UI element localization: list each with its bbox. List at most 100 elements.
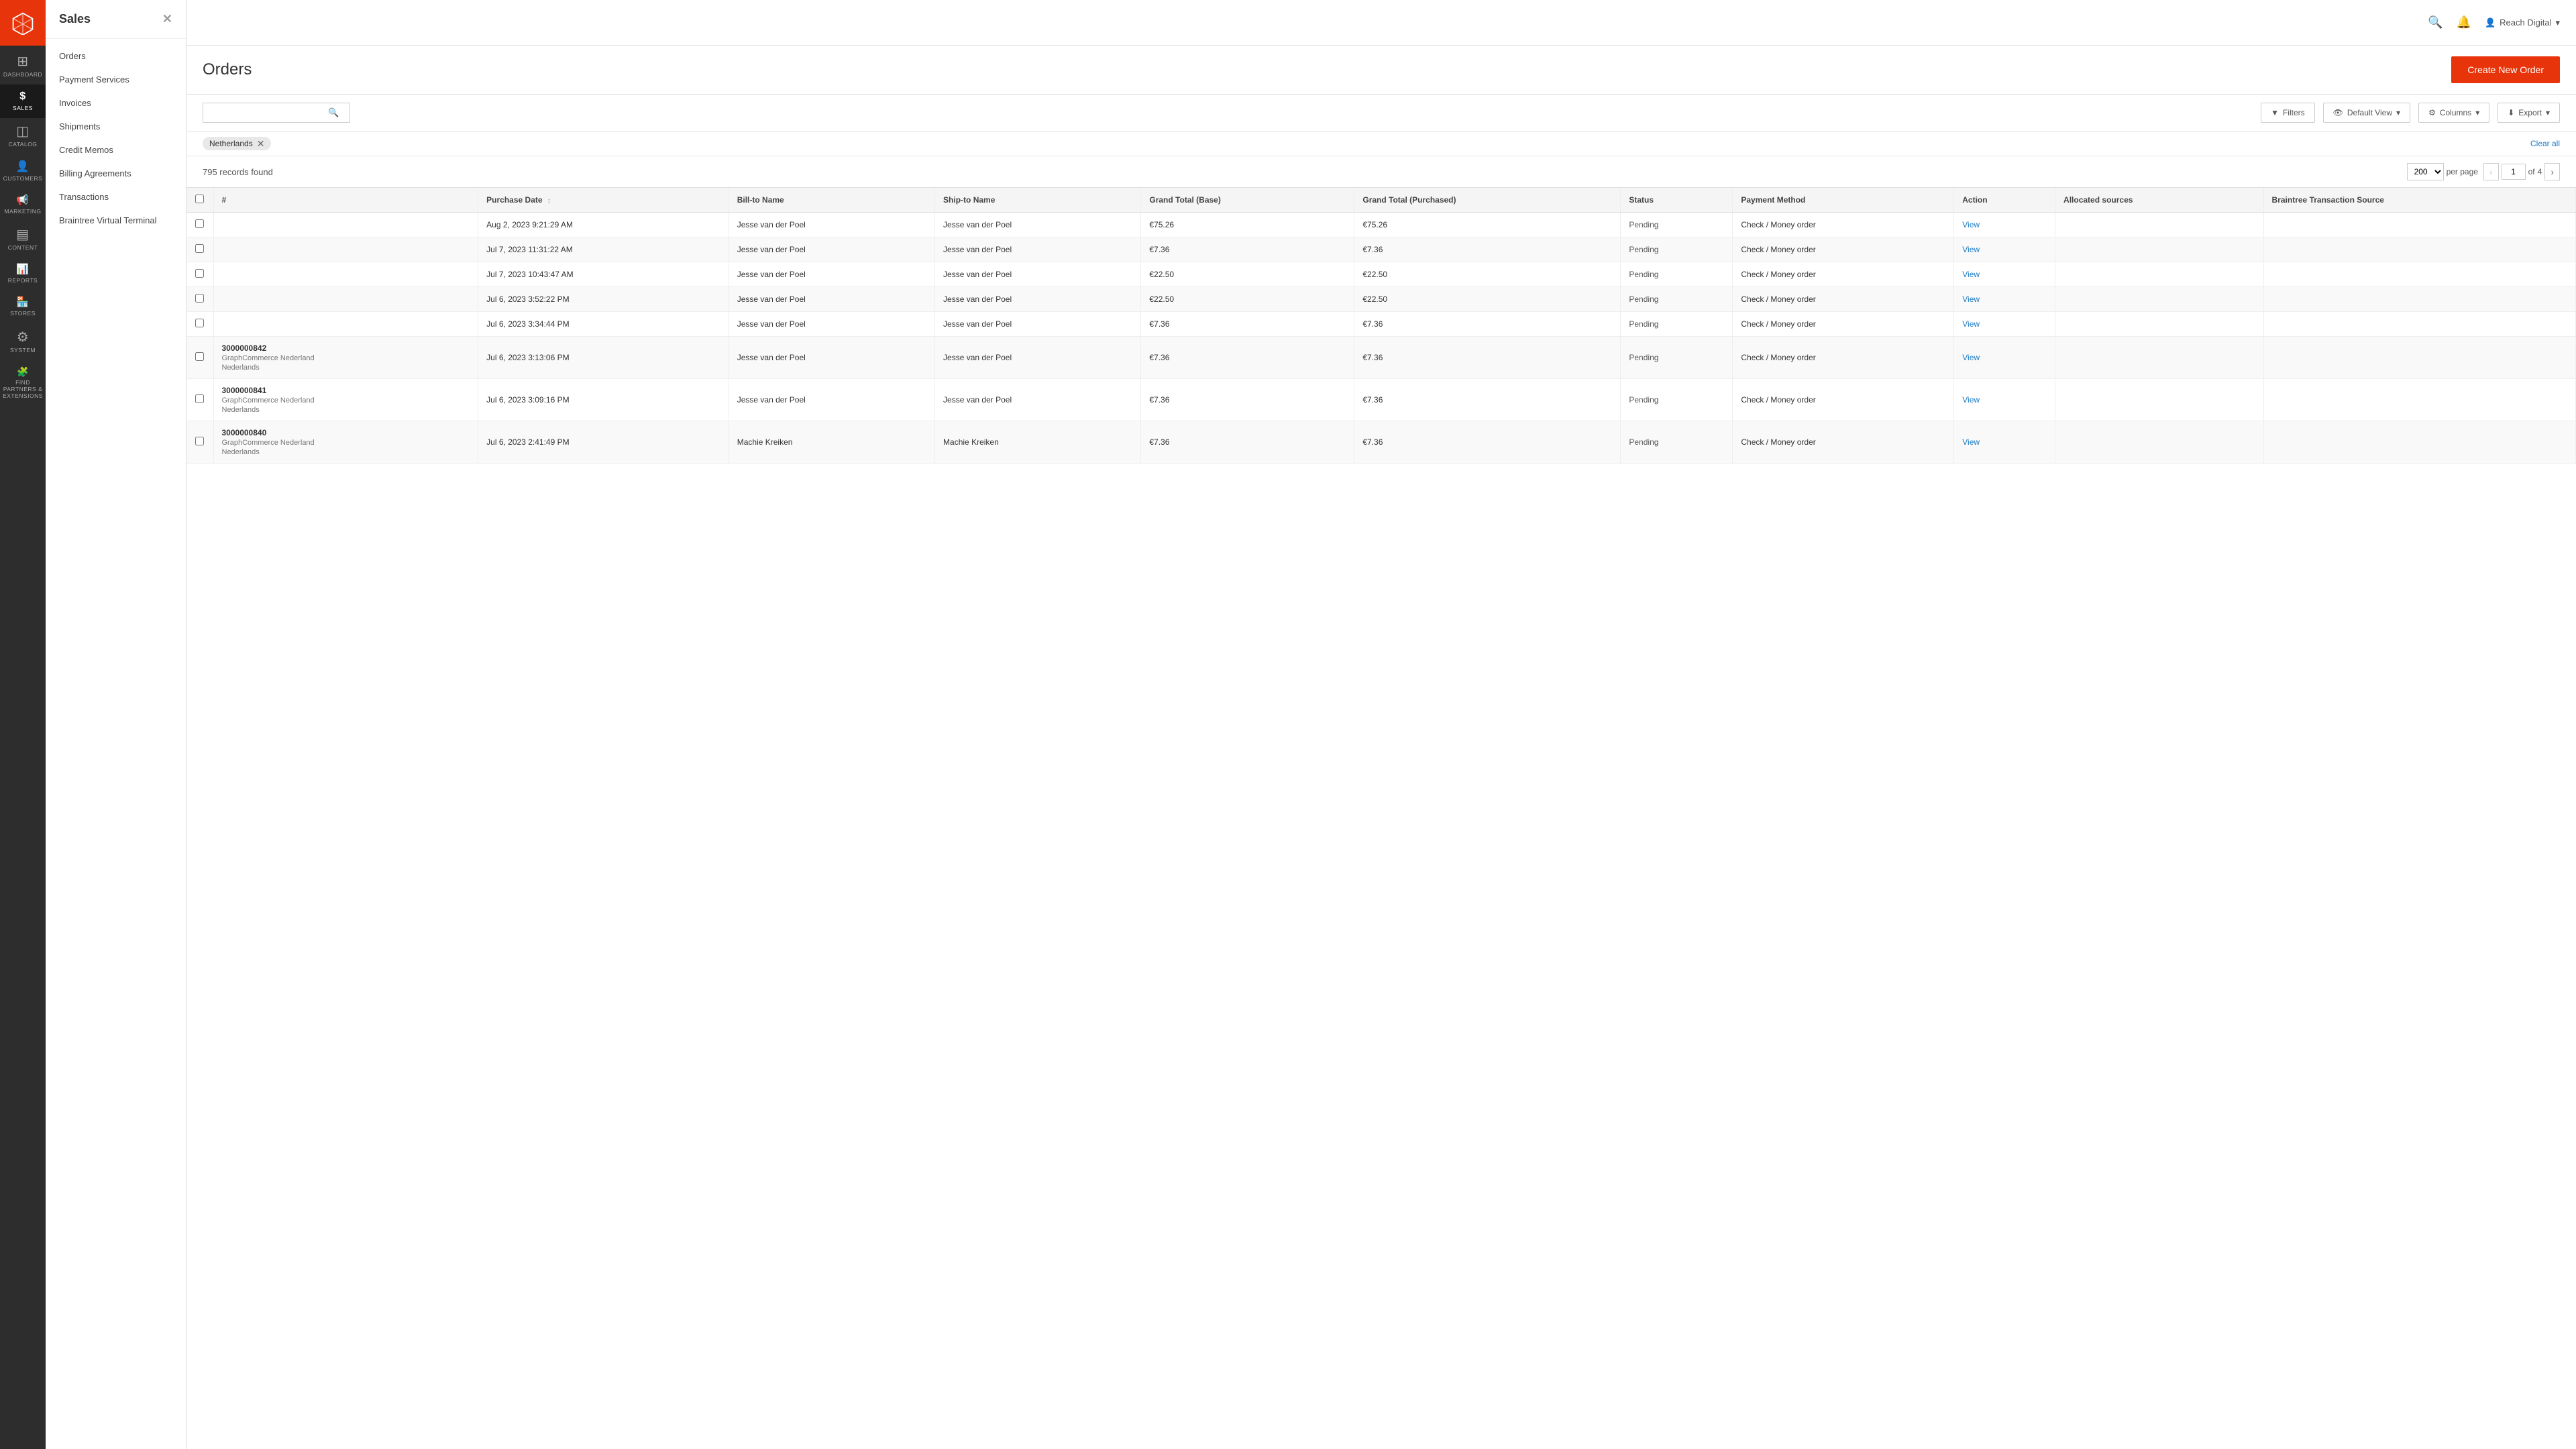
cell-status: Pending: [1621, 421, 1733, 464]
cell-action[interactable]: View: [1954, 213, 2055, 237]
cell-status: Pending: [1621, 379, 1733, 421]
view-link[interactable]: View: [1962, 395, 1980, 405]
sidebar-item-stores-label: Stores: [10, 310, 36, 317]
pagination-prev-button[interactable]: ‹: [2483, 163, 2499, 180]
header-checkbox-cell: [186, 188, 213, 213]
view-link[interactable]: View: [1962, 245, 1980, 254]
notification-icon[interactable]: 🔔: [2457, 15, 2471, 30]
sidebar-item-sales[interactable]: $ Sales: [0, 85, 46, 118]
cell-payment-method: Check / Money order: [1733, 312, 1954, 337]
export-button[interactable]: ⬇ Export ▾: [2498, 103, 2560, 123]
user-menu[interactable]: 👤 Reach Digital ▾: [2485, 17, 2560, 28]
table-row: Jul 6, 2023 3:34:44 PMJesse van der Poel…: [186, 312, 2576, 337]
flyout-nav-billing-agreements[interactable]: Billing Agreements: [46, 162, 186, 185]
filter-icon: ▼: [2271, 108, 2279, 117]
view-link[interactable]: View: [1962, 437, 1980, 447]
cell-payment-method: Check / Money order: [1733, 287, 1954, 312]
sidebar-item-reports[interactable]: 📊 Reports: [0, 258, 46, 290]
cell-action[interactable]: View: [1954, 379, 2055, 421]
pagination-buttons: ‹ of 4 ›: [2483, 163, 2560, 180]
pagination-next-button[interactable]: ›: [2544, 163, 2560, 180]
cell-purchase-date: Jul 7, 2023 10:43:47 AM: [478, 262, 729, 287]
cell-braintree-source: [2263, 287, 2575, 312]
user-chevron-icon: ▾: [2555, 17, 2560, 28]
sidebar-item-customers-label: Customers: [3, 175, 43, 182]
row-checkbox[interactable]: [195, 269, 204, 278]
flyout-nav-credit-memos[interactable]: Credit Memos: [46, 138, 186, 162]
cell-grand-total-base: €7.36: [1141, 312, 1354, 337]
cell-ship-to-name: Jesse van der Poel: [935, 287, 1141, 312]
sidebar-item-system-label: System: [10, 347, 36, 354]
sidebar-item-customers[interactable]: 👤 Customers: [0, 155, 46, 189]
row-checkbox[interactable]: [195, 244, 204, 253]
cell-order-num: 3000000841GraphCommerce NederlandNederla…: [213, 379, 478, 421]
row-checkbox[interactable]: [195, 437, 204, 445]
cell-action[interactable]: View: [1954, 337, 2055, 379]
sidebar-item-find-partners[interactable]: 🧩 Find Partners & Extensions: [0, 360, 46, 407]
view-link[interactable]: View: [1962, 294, 1980, 304]
view-link[interactable]: View: [1962, 319, 1980, 329]
per-page-dropdown[interactable]: 200 100 50 20: [2407, 163, 2444, 180]
sidebar-item-dashboard[interactable]: ⊞ Dashboard: [0, 48, 46, 85]
cell-purchase-date: Jul 6, 2023 3:09:16 PM: [478, 379, 729, 421]
cell-allocated-sources: [2055, 379, 2264, 421]
row-checkbox[interactable]: [195, 319, 204, 327]
table-row: Jul 6, 2023 3:52:22 PMJesse van der Poel…: [186, 287, 2576, 312]
default-view-button[interactable]: 👁 Default View ▾: [2323, 103, 2410, 123]
flyout-nav-invoices[interactable]: Invoices: [46, 91, 186, 115]
cell-ship-to-name: Machie Kreiken: [935, 421, 1141, 464]
sidebar-item-stores[interactable]: 🏪 Stores: [0, 290, 46, 323]
header-status: Status: [1621, 188, 1733, 213]
view-link[interactable]: View: [1962, 220, 1980, 229]
flyout-close-button[interactable]: ✕: [162, 12, 172, 26]
table-body: Aug 2, 2023 9:21:29 AMJesse van der Poel…: [186, 213, 2576, 464]
chevron-down-icon: ▾: [2396, 108, 2400, 117]
cell-bill-to-name: Jesse van der Poel: [729, 312, 934, 337]
search-input[interactable]: [210, 108, 324, 118]
cell-action[interactable]: View: [1954, 312, 2055, 337]
row-checkbox[interactable]: [195, 394, 204, 403]
flyout-nav-shipments[interactable]: Shipments: [46, 115, 186, 138]
columns-button[interactable]: ⚙ Columns ▾: [2418, 103, 2489, 123]
filters-button[interactable]: ▼ Filters: [2261, 103, 2315, 123]
filter-tag-close-button[interactable]: ✕: [257, 139, 265, 148]
view-link[interactable]: View: [1962, 353, 1980, 362]
cell-bill-to-name: Jesse van der Poel: [729, 287, 934, 312]
cell-action[interactable]: View: [1954, 262, 2055, 287]
sidebar-item-system[interactable]: ⚙ System: [0, 324, 46, 360]
page-number-input[interactable]: [2502, 164, 2526, 180]
export-label: Export: [2518, 108, 2542, 117]
sidebar-item-catalog[interactable]: ◫ Catalog: [0, 118, 46, 154]
row-checkbox[interactable]: [195, 219, 204, 228]
search-icon[interactable]: 🔍: [2428, 15, 2443, 30]
search-submit-icon[interactable]: 🔍: [328, 107, 339, 118]
page-total: 4: [2538, 167, 2542, 176]
select-all-checkbox[interactable]: [195, 195, 204, 203]
cell-grand-total-base: €7.36: [1141, 379, 1354, 421]
marketing-icon: 📢: [16, 195, 29, 205]
flyout-nav-orders[interactable]: Orders: [46, 44, 186, 68]
create-new-order-button[interactable]: Create New Order: [2451, 56, 2560, 83]
sidebar-item-content[interactable]: ▤ Content: [0, 221, 46, 258]
flyout-nav-braintree-terminal[interactable]: Braintree Virtual Terminal: [46, 209, 186, 232]
cell-status: Pending: [1621, 213, 1733, 237]
cell-action[interactable]: View: [1954, 237, 2055, 262]
clear-all-link[interactable]: Clear all: [2530, 139, 2560, 148]
row-checkbox[interactable]: [195, 352, 204, 361]
flyout-nav-transactions[interactable]: Transactions: [46, 185, 186, 209]
view-link[interactable]: View: [1962, 270, 1980, 279]
sidebar-item-content-label: Content: [8, 244, 38, 251]
records-bar: 795 records found 200 100 50 20 per page…: [186, 156, 2576, 188]
stores-icon: 🏪: [16, 297, 29, 307]
header-purchase-date[interactable]: Purchase Date ↕: [478, 188, 729, 213]
cell-action[interactable]: View: [1954, 421, 2055, 464]
cell-action[interactable]: View: [1954, 287, 2055, 312]
cell-purchase-date: Jul 6, 2023 3:34:44 PM: [478, 312, 729, 337]
app-logo[interactable]: [0, 0, 46, 46]
flyout-nav-payment-services[interactable]: Payment Services: [46, 68, 186, 91]
sidebar-item-marketing[interactable]: 📢 Marketing: [0, 189, 46, 221]
cell-order-num: [213, 312, 478, 337]
row-checkbox[interactable]: [195, 294, 204, 303]
user-name: Reach Digital: [2500, 17, 2551, 28]
header-action: Action: [1954, 188, 2055, 213]
